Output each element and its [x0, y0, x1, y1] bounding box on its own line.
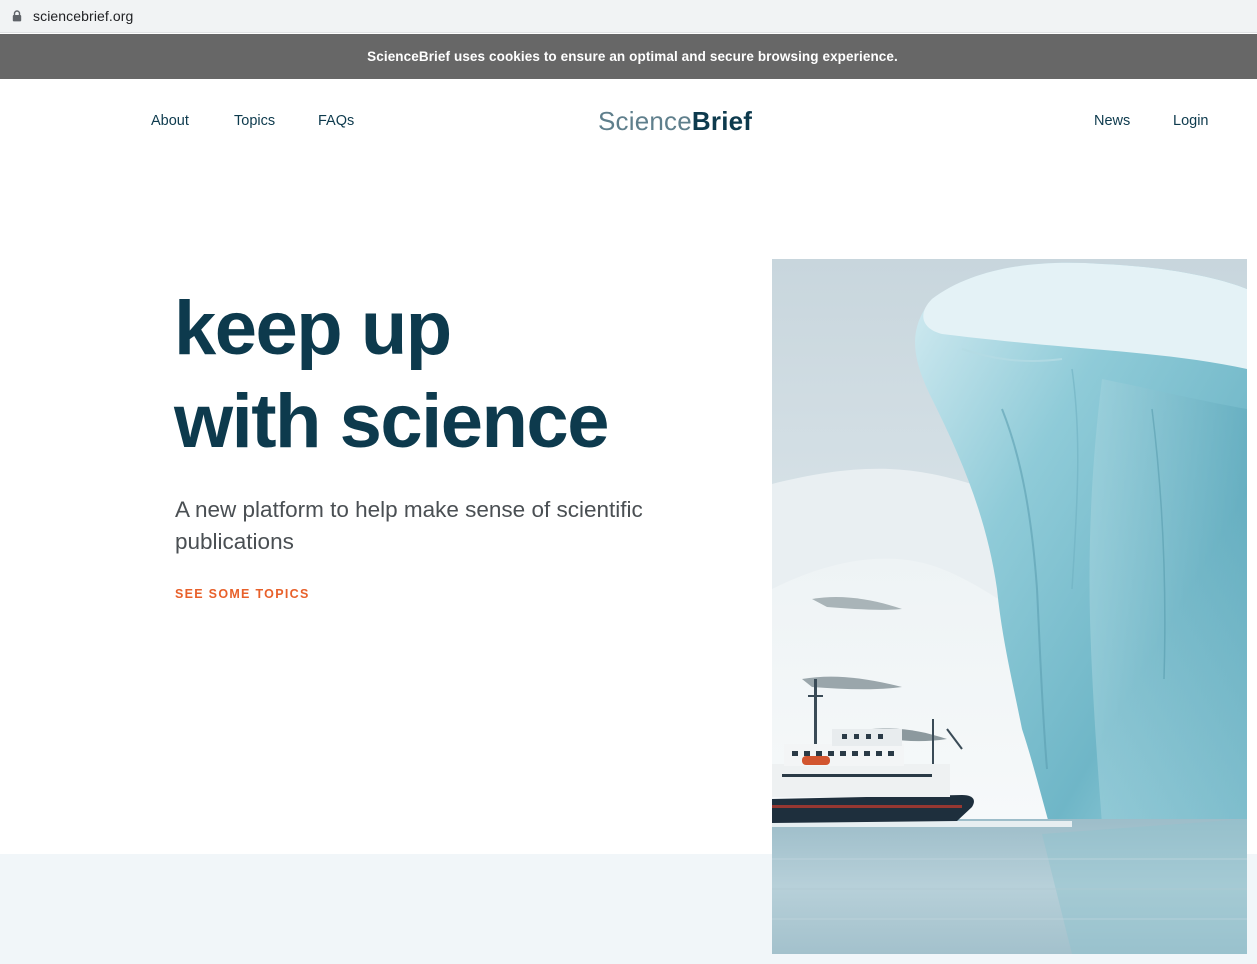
- logo-science: Science: [598, 106, 692, 136]
- hero-headline: keep up with science: [174, 282, 734, 468]
- cookie-banner-text: ScienceBrief uses cookies to ensure an o…: [367, 49, 898, 64]
- nav-about-link[interactable]: About: [151, 113, 189, 129]
- main-nav: About Topics FAQs ScienceBrief News Logi…: [0, 79, 1257, 165]
- nav-news-link[interactable]: News: [1094, 113, 1130, 129]
- lock-icon[interactable]: [12, 10, 22, 22]
- nav-login-link[interactable]: Login: [1173, 113, 1208, 129]
- sciencebrief-logo[interactable]: ScienceBrief: [598, 106, 752, 137]
- nav-topics-link[interactable]: Topics: [234, 113, 275, 129]
- url-field[interactable]: sciencebrief.org: [0, 2, 1257, 30]
- cookie-banner: ScienceBrief uses cookies to ensure an o…: [0, 34, 1257, 79]
- see-topics-link[interactable]: SEE SOME TOPICS: [175, 587, 310, 601]
- hero-headline-line1: keep up: [174, 286, 452, 371]
- page: sciencebrief.org ScienceBrief uses cooki…: [0, 0, 1257, 964]
- hero-image-iceberg-ship: [772, 259, 1247, 954]
- browser-address-bar: sciencebrief.org: [0, 0, 1257, 33]
- url-text: sciencebrief.org: [33, 8, 134, 24]
- hero-subtitle: A new platform to help make sense of sci…: [175, 497, 643, 554]
- nav-faqs-link[interactable]: FAQs: [318, 113, 354, 129]
- logo-brief: Brief: [691, 106, 753, 136]
- hero-headline-line2: with science: [174, 379, 609, 464]
